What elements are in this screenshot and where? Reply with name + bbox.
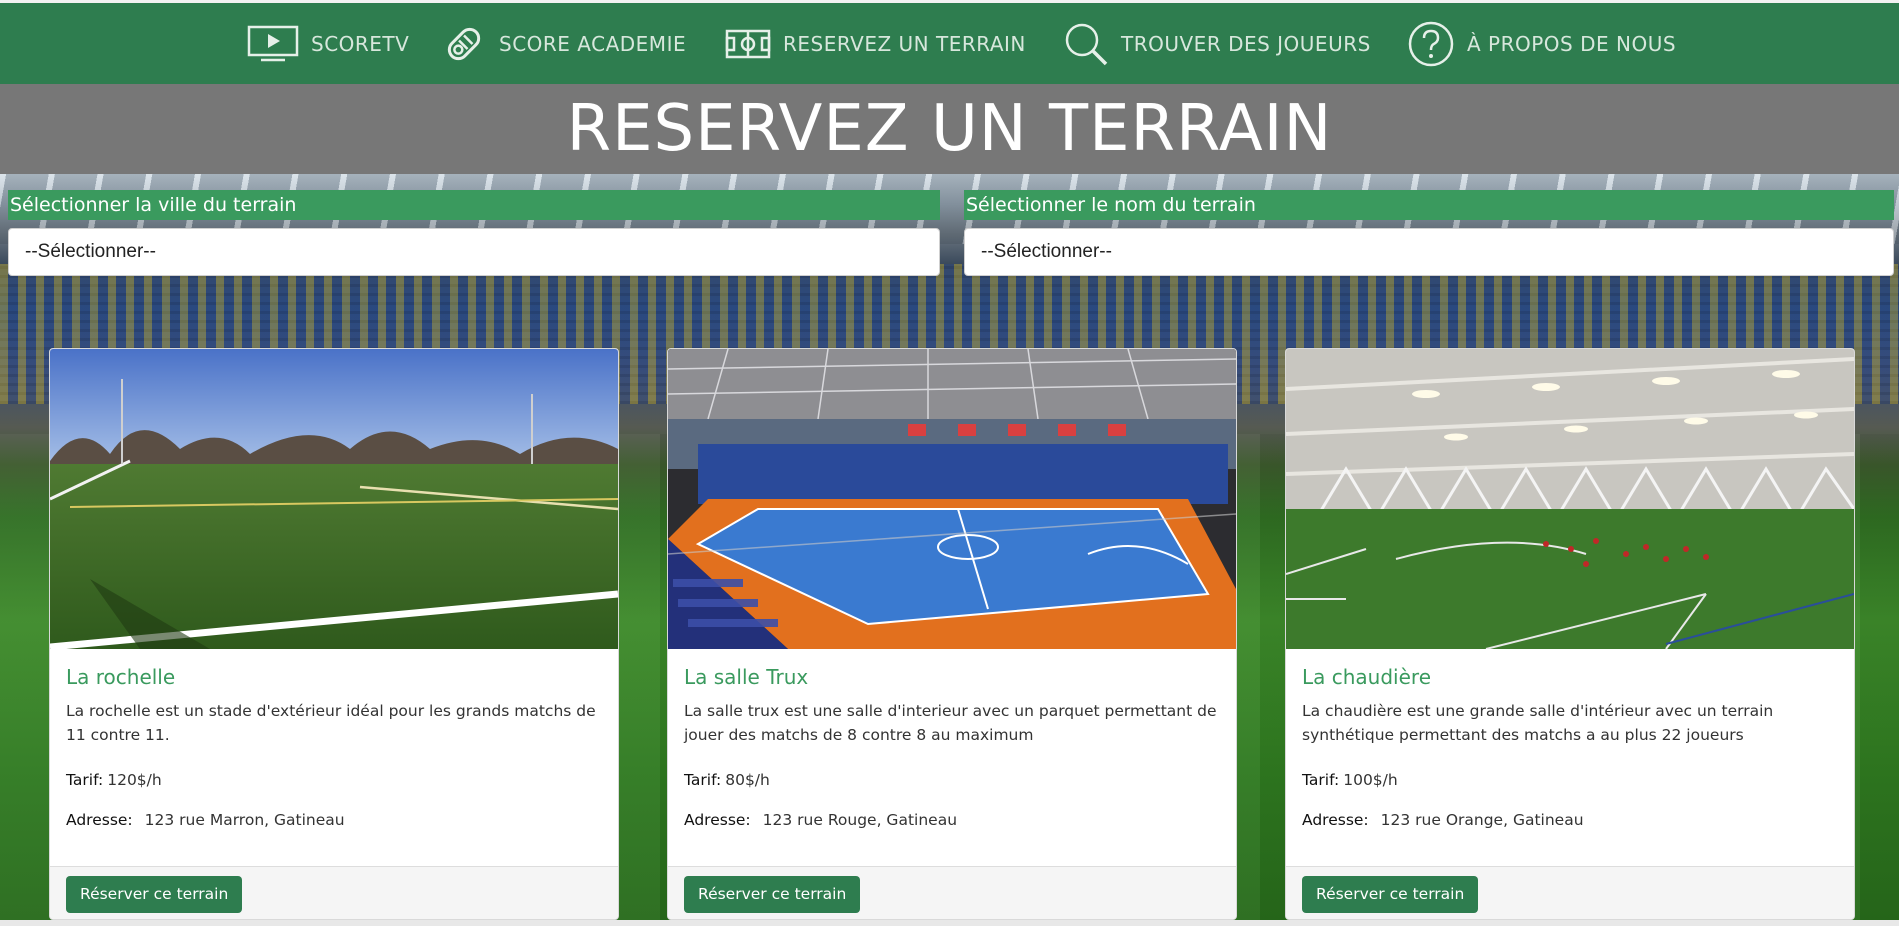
nav-label-scoretv: SCORETV	[311, 31, 410, 56]
field-adresse: Adresse: 123 rue Orange, Gatineau	[1302, 811, 1584, 829]
page-banner: RESERVEZ UN TERRAIN	[0, 84, 1899, 174]
diploma-icon	[447, 27, 481, 60]
reserve-button[interactable]: Réserver ce terrain	[1302, 876, 1479, 913]
field-tarif: Tarif: 120$/h	[66, 771, 162, 789]
field-adresse: Adresse: 123 rue Marron, Gatineau	[66, 811, 345, 829]
field-photo-outdoor	[50, 349, 618, 649]
field-icon	[725, 29, 771, 58]
top-navigation: SCORETV SCORE ACADEMIE RESERVEZ UN TERRA…	[0, 3, 1899, 84]
adresse-label: Adresse:	[66, 811, 133, 829]
tarif-label: Tarif:	[1302, 771, 1340, 789]
nav-item-trouver-joueurs[interactable]: TROUVER DES JOUEURS	[1063, 3, 1371, 84]
card-footer: Réserver ce terrain	[1286, 866, 1854, 919]
nav-item-reservez-terrain[interactable]: RESERVEZ UN TERRAIN	[725, 3, 1026, 84]
field-adresse: Adresse: 123 rue Rouge, Gatineau	[684, 811, 957, 829]
tarif-value: 120$/h	[107, 771, 162, 789]
nav-label-reservez-terrain: RESERVEZ UN TERRAIN	[783, 31, 1026, 56]
card-footer: Réserver ce terrain	[668, 866, 1236, 919]
city-filter-label: Sélectionner la ville du terrain	[8, 190, 940, 220]
field-photo-indoor-turf	[1286, 349, 1854, 649]
card-footer: Réserver ce terrain	[50, 866, 618, 919]
field-description: La chaudière est une grande salle d'inté…	[1302, 702, 1774, 744]
field-description: La salle trux est une salle d'interieur …	[684, 702, 1217, 744]
page-title: RESERVEZ UN TERRAIN	[566, 92, 1333, 166]
adresse-label: Adresse:	[1302, 811, 1369, 829]
field-card: La rochelle La rochelle est un stade d'e…	[49, 348, 619, 920]
reserve-button[interactable]: Réserver ce terrain	[684, 876, 861, 913]
adresse-label: Adresse:	[684, 811, 751, 829]
play-icon	[247, 25, 299, 61]
name-select[interactable]: --Sélectionner--	[964, 228, 1894, 276]
nav-item-scoretv[interactable]: SCORETV	[247, 3, 409, 84]
field-description: La rochelle est un stade d'extérieur idé…	[66, 702, 596, 744]
field-name: La chaudière	[1302, 665, 1432, 689]
field-name: La rochelle	[66, 665, 176, 689]
nav-item-a-propos[interactable]: À PROPOS DE NOUS	[1407, 3, 1676, 84]
field-card: La salle Trux La salle trux est une sall…	[667, 348, 1237, 920]
field-card: La chaudière La chaudière est une grande…	[1285, 348, 1855, 920]
field-photo-indoor-court	[668, 349, 1236, 649]
adresse-value: 123 rue Rouge, Gatineau	[762, 811, 958, 829]
name-filter-label: Sélectionner le nom du terrain	[964, 190, 1894, 220]
city-select[interactable]: --Sélectionner--	[8, 228, 940, 276]
bottom-border	[0, 920, 1899, 926]
tarif-value: 100$/h	[1343, 771, 1398, 789]
nav-item-score-academie[interactable]: SCORE ACADEMIE	[441, 3, 686, 84]
adresse-value: 123 rue Orange, Gatineau	[1380, 811, 1584, 829]
field-tarif: Tarif: 80$/h	[684, 771, 770, 789]
adresse-value: 123 rue Marron, Gatineau	[144, 811, 345, 829]
search-icon	[1065, 23, 1108, 65]
tarif-label: Tarif:	[66, 771, 104, 789]
field-tarif: Tarif: 100$/h	[1302, 771, 1398, 789]
field-name: La salle Trux	[684, 665, 809, 689]
question-icon	[1408, 21, 1454, 66]
tarif-value: 80$/h	[725, 771, 770, 789]
reserve-button[interactable]: Réserver ce terrain	[66, 876, 243, 913]
nav-label-score-academie: SCORE ACADEMIE	[499, 31, 687, 56]
tarif-label: Tarif:	[684, 771, 722, 789]
nav-label-trouver-joueurs: TROUVER DES JOUEURS	[1121, 31, 1371, 56]
nav-label-a-propos: À PROPOS DE NOUS	[1467, 31, 1677, 56]
